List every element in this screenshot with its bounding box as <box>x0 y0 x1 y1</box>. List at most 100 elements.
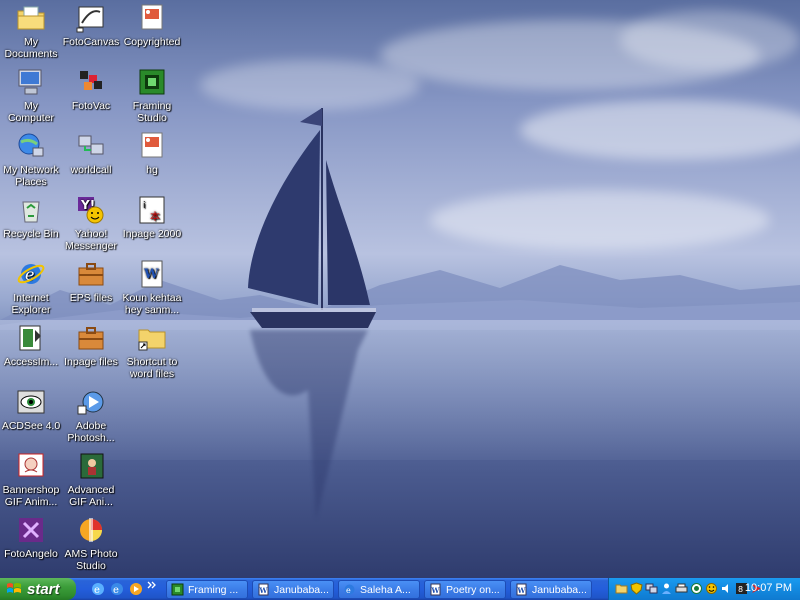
folder-tray-icon[interactable] <box>615 582 628 595</box>
desktop-icon-eps-files[interactable]: EPS files <box>60 258 122 304</box>
wallpaper-cloud <box>430 190 770 250</box>
acdsee-icon <box>17 390 45 414</box>
desktop-icon-my-documents[interactable]: My Documents <box>0 2 62 60</box>
taskbar-button-label: Framing ... <box>188 583 239 596</box>
desktop-icon-fotovac[interactable]: FotoVac <box>60 66 122 112</box>
desktop-icon-inpage-files[interactable]: Inpage files <box>60 322 122 368</box>
desktop-icon-yahoo-messenger[interactable]: Y! Yahoo! Messenger <box>60 194 122 252</box>
svg-text:W: W <box>259 586 268 595</box>
svg-text:e: e <box>113 585 119 596</box>
network-tray-icon[interactable] <box>645 582 658 595</box>
svg-text:本: 本 <box>150 210 160 223</box>
quick-launch-ie-icon[interactable]: e <box>109 581 125 597</box>
desktop-icon-label: AccessIm... <box>3 356 59 368</box>
quick-launch-ie-icon[interactable]: e <box>90 581 106 597</box>
desktop-icon-my-computer[interactable]: My Computer <box>0 66 62 124</box>
framing-studio-icon <box>139 69 165 95</box>
desktop-icon-label: Koun kehtaa hey sanm... <box>122 292 182 316</box>
desktop-icon-label: Copyrighted <box>123 36 181 48</box>
taskbar-button-janubaba-2[interactable]: W Janubaba... <box>510 580 592 599</box>
desktop-icon-fotoangelo[interactable]: FotoAngelo <box>0 514 62 560</box>
briefcase-icon <box>78 327 104 350</box>
desktop[interactable]: My Documents FotoCanvas Copyrighted My C… <box>0 0 800 578</box>
svg-text:i: i <box>143 201 146 211</box>
briefcase-icon <box>78 263 104 286</box>
svg-text:W: W <box>431 586 440 595</box>
taskbar-button-label: Janubaba... <box>274 583 329 596</box>
desktop-icon-ams-photo-studio[interactable]: AMS Photo Studio <box>60 514 122 572</box>
desktop-icon-shortcut-to-word-files[interactable]: Shortcut to word files <box>121 322 183 380</box>
svg-text:8: 8 <box>738 585 743 594</box>
internet-explorer-icon: e <box>344 584 355 595</box>
inpage-icon: i 本 <box>139 196 165 224</box>
clock[interactable]: 10:07 PM <box>745 582 792 594</box>
speaker-tray-icon[interactable] <box>720 582 733 595</box>
taskbar: start e e Framing ... W Janubaba... e Sa… <box>0 578 800 600</box>
desktop-icon-copyrighted[interactable]: Copyrighted <box>121 2 183 48</box>
advanced-gif-icon <box>80 453 104 479</box>
desktop-icon-label: EPS files <box>69 292 113 304</box>
desktop-icon-bannershop[interactable]: Bannershop GIF Anim... <box>0 450 62 508</box>
desktop-icon-framing-studio[interactable]: Framing Studio <box>121 66 183 124</box>
image-file-icon <box>141 132 163 158</box>
word-document-icon: W <box>141 260 163 288</box>
desktop-icon-advanced-gif[interactable]: Advanced GIF Ani... <box>60 450 122 508</box>
word-document-icon: W <box>258 583 269 596</box>
desktop-icon-label: worldcall <box>70 164 112 176</box>
quick-launch-expand-icon[interactable] <box>147 580 157 590</box>
taskbar-button-framing-studio[interactable]: Framing ... <box>166 580 248 599</box>
desktop-icon-label: Shortcut to word files <box>126 356 178 380</box>
network-connection-icon <box>78 135 104 155</box>
fotovac-icon <box>80 71 102 90</box>
desktop-icon-label: Inpage files <box>64 356 118 368</box>
svg-text:W: W <box>517 586 526 595</box>
sailboat-reflection <box>250 330 368 520</box>
desktop-icon-inpage-2000[interactable]: i 本 Inpage 2000 <box>121 194 183 240</box>
wallpaper-cloud <box>620 10 800 70</box>
svg-text:W: W <box>143 267 159 282</box>
desktop-icon-recycle-bin[interactable]: Recycle Bin <box>0 194 62 240</box>
desktop-icon-accessim[interactable]: AccessIm... <box>0 322 62 368</box>
svg-text:e: e <box>346 586 351 595</box>
start-button[interactable]: start <box>0 578 76 600</box>
desktop-icon-label: FotoCanvas <box>62 36 120 48</box>
ams-photo-studio-icon <box>80 518 102 542</box>
desktop-icon-internet-explorer[interactable]: e Internet Explorer <box>0 258 62 316</box>
desktop-icon-label: Advanced GIF Ani... <box>67 484 115 508</box>
yahoo-messenger-icon: Y! <box>78 197 104 224</box>
shield-icon[interactable] <box>630 582 643 595</box>
taskbar-button-saleha[interactable]: e Saleha A... <box>338 580 420 599</box>
desktop-icon-label: Recycle Bin <box>3 228 59 240</box>
desktop-icon-label: My Computer <box>7 100 55 124</box>
desktop-icon-hg[interactable]: hg <box>121 130 183 176</box>
start-label: start <box>27 580 60 598</box>
taskbar-button-label: Poetry on... <box>446 583 500 596</box>
desktop-icon-acdsee[interactable]: ACDSee 4.0 <box>0 386 62 432</box>
desktop-icon-koun-kehtaa[interactable]: W Koun kehtaa hey sanm... <box>121 258 183 316</box>
word-document-icon: W <box>516 583 527 596</box>
taskbar-button-poetry[interactable]: W Poetry on... <box>424 580 506 599</box>
printer-tray-icon[interactable] <box>675 582 688 595</box>
desktop-icon-label: FotoAngelo <box>4 548 58 560</box>
desktop-icon-label: Bannershop GIF Anim... <box>2 484 60 508</box>
desktop-icon-label: AMS Photo Studio <box>64 548 118 572</box>
desktop-icon-label: Internet Explorer <box>11 292 51 316</box>
user-tray-icon[interactable] <box>660 582 673 595</box>
taskbar-button-label: Janubaba... <box>532 583 587 596</box>
desktop-icon-fotocanvas[interactable]: FotoCanvas <box>60 2 122 48</box>
recycle-bin-icon <box>22 201 40 223</box>
desktop-icon-adobe-photoshop[interactable]: Adobe Photosh... <box>60 386 122 444</box>
desktop-icon-worldcall[interactable]: worldcall <box>60 130 122 176</box>
svg-text:e: e <box>94 585 100 596</box>
folder-documents-icon <box>17 6 45 30</box>
taskbar-button-janubaba-1[interactable]: W Janubaba... <box>252 580 334 599</box>
desktop-icon-my-network-places[interactable]: My Network Places <box>0 130 62 188</box>
smiley-tray-icon[interactable] <box>705 582 718 595</box>
messenger-tray-icon[interactable] <box>690 582 703 595</box>
quick-launch-media-player-icon[interactable] <box>128 581 144 597</box>
folder-shortcut-icon <box>138 329 166 351</box>
access-image-icon <box>19 325 41 351</box>
sailboat-image <box>248 108 376 328</box>
desktop-icon-label: hg <box>146 164 158 176</box>
fotocanvas-icon <box>76 6 104 33</box>
